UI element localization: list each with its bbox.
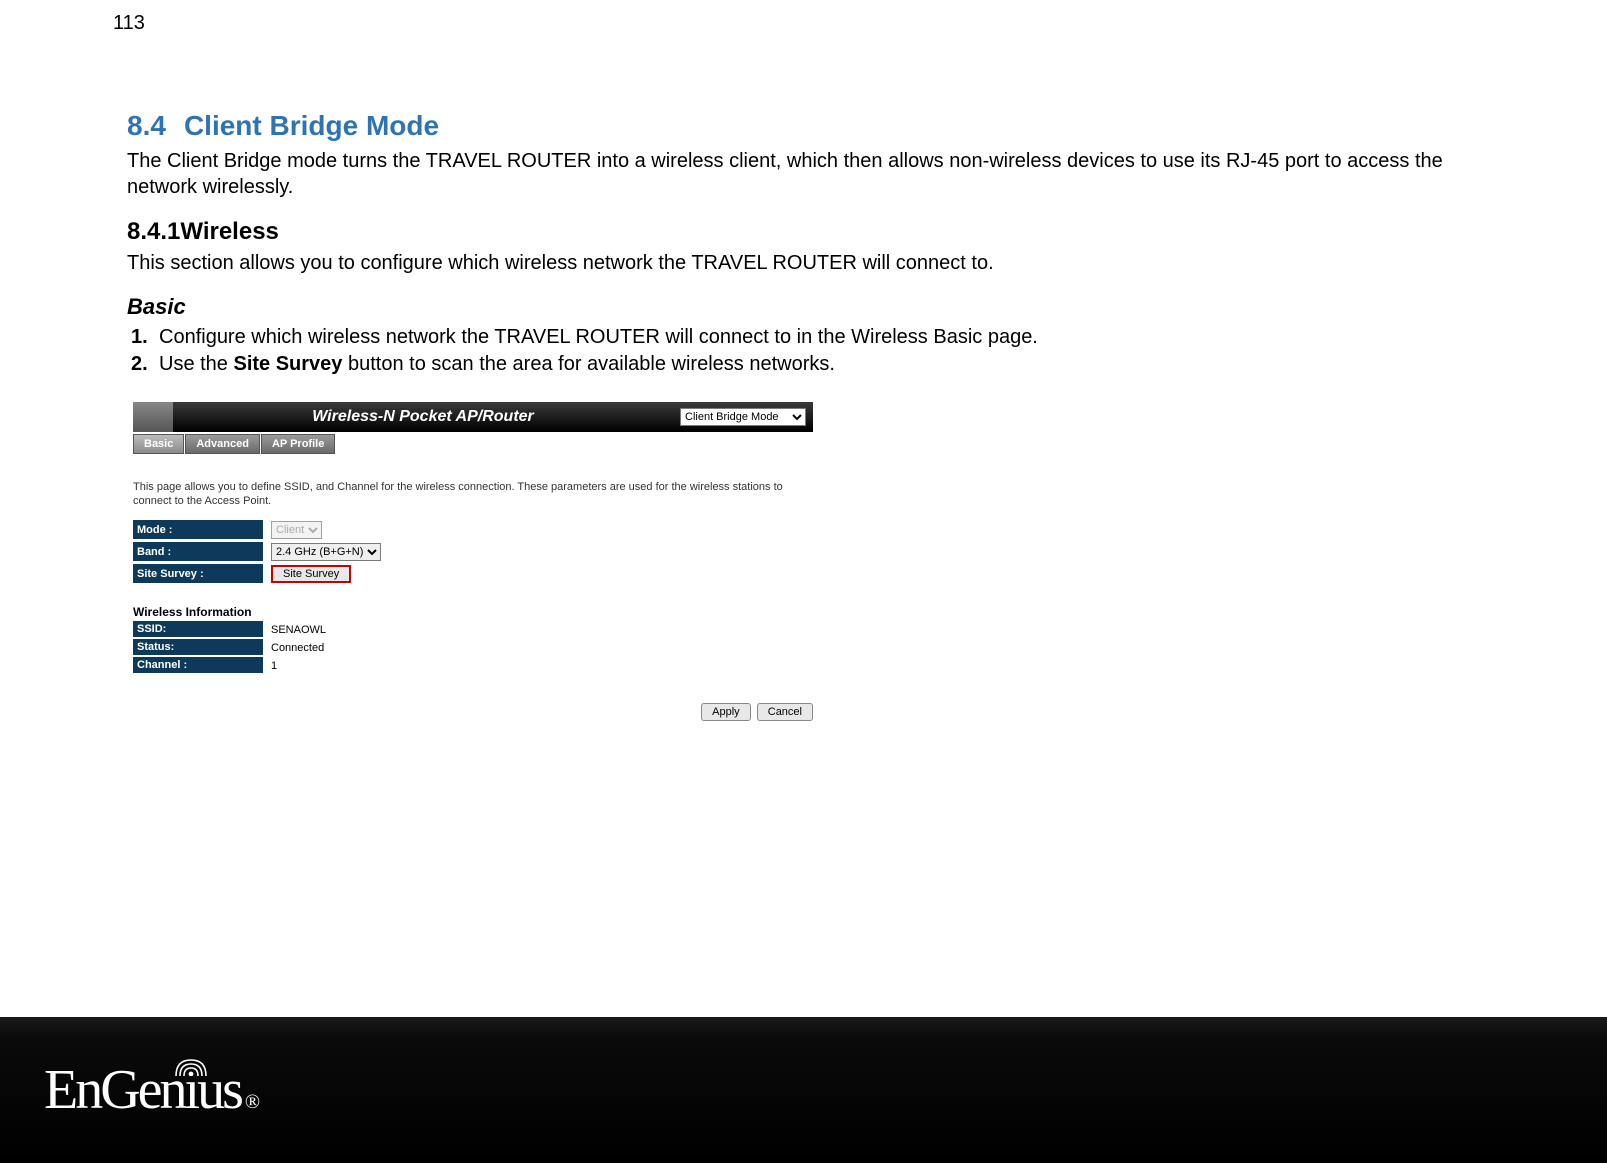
logo-text: EnGenı us®	[44, 1058, 257, 1122]
site-survey-button[interactable]: Site Survey	[271, 565, 351, 583]
info-row-status: Status: Connected	[133, 639, 813, 657]
mode-label: Mode :	[133, 520, 263, 540]
survey-value-wrap: Site Survey	[263, 565, 351, 583]
form-row-survey: Site Survey : Site Survey	[133, 563, 813, 585]
form-row-band: Band : 2.4 GHz (B+G+N)	[133, 541, 813, 563]
mode-select-wrap: Client Bridge Mode	[673, 402, 813, 432]
info-row-channel: Channel : 1	[133, 657, 813, 675]
button-row: Apply Cancel	[133, 703, 813, 721]
list-item: 2. Use the Site Survey button to scan th…	[131, 351, 1477, 378]
channel-value: 1	[263, 660, 277, 672]
antenna-icon	[174, 1054, 208, 1076]
form-row-mode: Mode : Client	[133, 519, 813, 541]
band-label: Band :	[133, 542, 263, 562]
info-row-ssid: SSID: SENAOWL	[133, 621, 813, 639]
subsection-heading: 8.4.1Wireless	[127, 218, 1477, 246]
list-num: 1.	[131, 324, 159, 351]
apply-button[interactable]: Apply	[701, 703, 751, 721]
status-label: Status:	[133, 639, 263, 656]
cancel-button[interactable]: Cancel	[757, 703, 813, 721]
ssid-label: SSID:	[133, 621, 263, 638]
header-gradient	[133, 402, 173, 432]
router-ui-screenshot: Wireless-N Pocket AP/Router Client Bridg…	[133, 402, 813, 721]
list-item: 1. Configure which wireless network the …	[131, 324, 1477, 351]
section-title: Client Bridge Mode	[184, 110, 439, 141]
ssid-value: SENAOWL	[263, 624, 326, 636]
wireless-info-heading: Wireless Information	[133, 605, 813, 619]
band-value-wrap: 2.4 GHz (B+G+N)	[263, 543, 381, 561]
subsection-intro: This section allows you to configure whi…	[127, 250, 1477, 276]
survey-label: Site Survey :	[133, 564, 263, 584]
section-intro: The Client Bridge mode turns the TRAVEL …	[127, 148, 1477, 200]
mode-dropdown: Client	[271, 521, 322, 539]
router-header: Wireless-N Pocket AP/Router Client Bridg…	[133, 402, 813, 432]
list-text-pre: Use the	[159, 353, 233, 375]
band-dropdown[interactable]: 2.4 GHz (B+G+N)	[271, 543, 381, 561]
channel-label: Channel :	[133, 657, 263, 674]
mode-value-wrap: Client	[263, 521, 322, 539]
footer: EnGenı us®	[0, 1017, 1607, 1163]
page-description: This page allows you to define SSID, and…	[133, 480, 813, 509]
list-num: 2.	[131, 351, 159, 378]
tab-basic[interactable]: Basic	[133, 434, 184, 454]
section-heading: 8.4 Client Bridge Mode	[127, 110, 1477, 142]
section-number: 8.4	[127, 110, 166, 141]
status-value: Connected	[263, 642, 324, 654]
list-text-post: button to scan the area for available wi…	[342, 353, 834, 375]
ordered-list: 1. Configure which wireless network the …	[131, 324, 1477, 378]
list-text-bold: Site Survey	[233, 353, 342, 375]
tab-ap-profile[interactable]: AP Profile	[261, 434, 335, 454]
registered-mark: ®	[245, 1091, 257, 1114]
mode-select[interactable]: Client Bridge Mode	[680, 408, 806, 426]
basic-heading: Basic	[127, 294, 1477, 320]
router-title: Wireless-N Pocket AP/Router	[173, 402, 673, 432]
list-text: Configure which wireless network the TRA…	[159, 324, 1477, 351]
tab-advanced[interactable]: Advanced	[185, 434, 260, 454]
content: 8.4 Client Bridge Mode The Client Bridge …	[127, 110, 1477, 721]
list-text: Use the Site Survey button to scan the a…	[159, 351, 1477, 378]
engenius-logo: EnGenı us®	[44, 1058, 257, 1122]
page-number: 113	[113, 12, 145, 35]
tabs: Basic Advanced AP Profile	[133, 434, 813, 454]
